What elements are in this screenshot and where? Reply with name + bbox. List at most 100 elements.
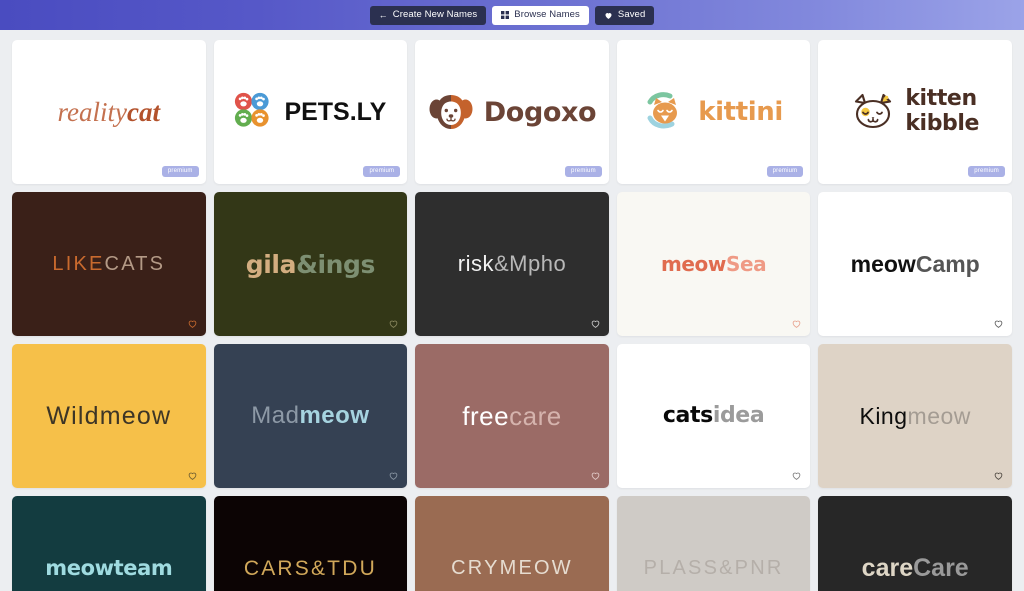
logo-card[interactable]: gila&ings	[213, 192, 408, 336]
favorite-heart-icon[interactable]	[187, 318, 198, 329]
logo-text-part: Sea	[725, 252, 767, 276]
favorite-heart-icon[interactable]	[187, 470, 198, 481]
logo-card[interactable]: freecare	[415, 344, 609, 488]
dog-face-icon	[429, 95, 473, 129]
logo-mark: CARS&TDU	[236, 558, 385, 579]
logo-mark: Kingmeow	[851, 404, 978, 428]
logo-text-part: meow	[660, 252, 726, 276]
logo-wordmark: PLASS&PNR	[644, 558, 784, 578]
logo-card[interactable]: LIKECATS	[12, 192, 206, 336]
favorite-heart-icon[interactable]	[791, 470, 802, 481]
logo-wordmark: risk&Mpho	[458, 253, 566, 275]
logo-mark: Madmeow	[243, 404, 377, 428]
logo-text-part: kitten	[905, 86, 977, 112]
logo-wordmark: CRYMEOW	[451, 558, 573, 578]
premium-badge: premium	[968, 166, 1005, 177]
top-navigation-bar: ← Create New Names Browse Names Saved	[0, 0, 1024, 30]
logo-wordmark: Wildmeow	[46, 401, 172, 430]
premium-badge: premium	[565, 166, 602, 177]
logo-wordmark: Madmeow	[251, 404, 369, 428]
favorite-heart-icon[interactable]	[993, 470, 1004, 481]
logo-wordmark: kitten kibble	[905, 87, 979, 136]
favorite-heart-icon[interactable]	[388, 470, 399, 481]
logo-text-part: idea	[712, 403, 765, 428]
nav-button-browse-names[interactable]: Browse Names	[492, 5, 589, 25]
logo-text-part: kittini	[698, 97, 783, 127]
logo-text-part: PLASS&PNR	[643, 557, 784, 579]
logo-mark: careCare	[854, 553, 977, 582]
logo-card[interactable]: meowCamp	[818, 192, 1012, 336]
logo-text-part: care	[861, 553, 914, 582]
favorite-heart-icon[interactable]	[791, 318, 802, 329]
logo-wordmark: meowteam	[45, 557, 172, 579]
grid-icon	[501, 11, 510, 19]
logo-card[interactable]: meowSea	[616, 192, 811, 336]
logo-wordmark: meowSea	[660, 252, 767, 276]
logo-card[interactable]: Dogoxo premium	[415, 40, 609, 184]
logo-wordmark: careCare	[861, 553, 969, 582]
logo-mark: meowteam	[37, 557, 180, 579]
premium-badge: premium	[766, 166, 804, 177]
logo-mark: Wildmeow	[38, 401, 179, 430]
nav-button-label: Create New Names	[392, 9, 478, 21]
logo-text-part: meow	[299, 402, 370, 429]
logo-text-part: PETS.LY	[284, 97, 387, 126]
logo-card[interactable]: risk&Mpho	[415, 192, 609, 336]
logo-text-part: kibble	[905, 111, 980, 136]
arrow-left-icon: ←	[378, 9, 388, 20]
logo-mark: kitten kibble	[843, 87, 987, 136]
logo-card[interactable]: Madmeow	[213, 344, 408, 488]
logo-mark: realitycat	[50, 96, 168, 127]
favorite-heart-icon[interactable]	[388, 318, 399, 329]
logo-mark: gila&ings	[238, 252, 383, 277]
logo-text-part: &ings	[296, 249, 376, 279]
logo-mark: catsidea	[655, 405, 772, 427]
logo-card[interactable]: meowteam	[12, 496, 206, 591]
favorite-heart-icon[interactable]	[993, 318, 1004, 329]
heart-icon	[604, 11, 613, 20]
nav-button-label: Saved	[617, 9, 646, 21]
logo-wordmark: LIKECATS	[52, 254, 165, 274]
logo-wordmark: gila&ings	[246, 249, 376, 279]
logo-text-part: CRYMEOW	[451, 557, 573, 579]
logo-text-part: Camp	[915, 250, 980, 277]
favorite-heart-icon[interactable]	[590, 470, 601, 481]
logo-mark: PETS.LY	[226, 92, 394, 132]
logo-card[interactable]: Wildmeow	[12, 344, 206, 488]
logo-mark: risk&Mpho	[450, 253, 574, 275]
four-paw-circles-icon	[235, 92, 270, 127]
logo-card[interactable]: PLASS&PNR	[616, 496, 811, 591]
logo-card[interactable]: CRYMEOW	[415, 496, 609, 591]
logo-text-part: Mad	[251, 402, 300, 429]
logo-card[interactable]: PETS.LY premium	[213, 40, 408, 184]
logo-wordmark: meowCamp	[850, 250, 980, 277]
logo-card[interactable]: careCare	[818, 496, 1012, 591]
logo-text-part: Wildmeow	[46, 401, 172, 430]
logo-text-part: reality	[57, 96, 128, 127]
favorite-heart-icon[interactable]	[590, 318, 601, 329]
nav-button-create-new-names[interactable]: ← Create New Names	[369, 5, 487, 25]
logo-mark: kittini	[636, 92, 791, 132]
logo-text-part: care	[509, 401, 562, 431]
logo-wordmark: kittini	[698, 99, 783, 125]
logo-text-part: Care	[913, 553, 969, 582]
logo-text-part: CATS	[104, 253, 166, 275]
logo-text-part: risk	[457, 251, 494, 276]
nav-button-saved[interactable]: Saved	[594, 5, 655, 25]
logo-card[interactable]: Kingmeow	[818, 344, 1012, 488]
logo-mark: freecare	[454, 403, 569, 429]
logo-wordmark: CARS&TDU	[244, 558, 377, 579]
logo-card[interactable]: realitycat premium	[12, 40, 206, 184]
logo-card[interactable]: kitten kibble premium	[818, 40, 1012, 184]
logo-mark: PLASS&PNR	[636, 558, 792, 578]
logo-text-part: CARS&TDU	[243, 556, 377, 580]
logo-card[interactable]: kittini premium	[616, 40, 811, 184]
logo-text-part: cats	[662, 403, 713, 428]
logo-mark: meowSea	[653, 254, 774, 274]
logo-mark: LIKECATS	[44, 254, 173, 274]
logo-wordmark: Dogoxo	[484, 99, 597, 126]
logo-card[interactable]: CARS&TDU	[213, 496, 408, 591]
logo-card[interactable]: catsidea	[616, 344, 811, 488]
logo-text-part: meow	[850, 250, 916, 277]
premium-badge: premium	[363, 166, 401, 177]
